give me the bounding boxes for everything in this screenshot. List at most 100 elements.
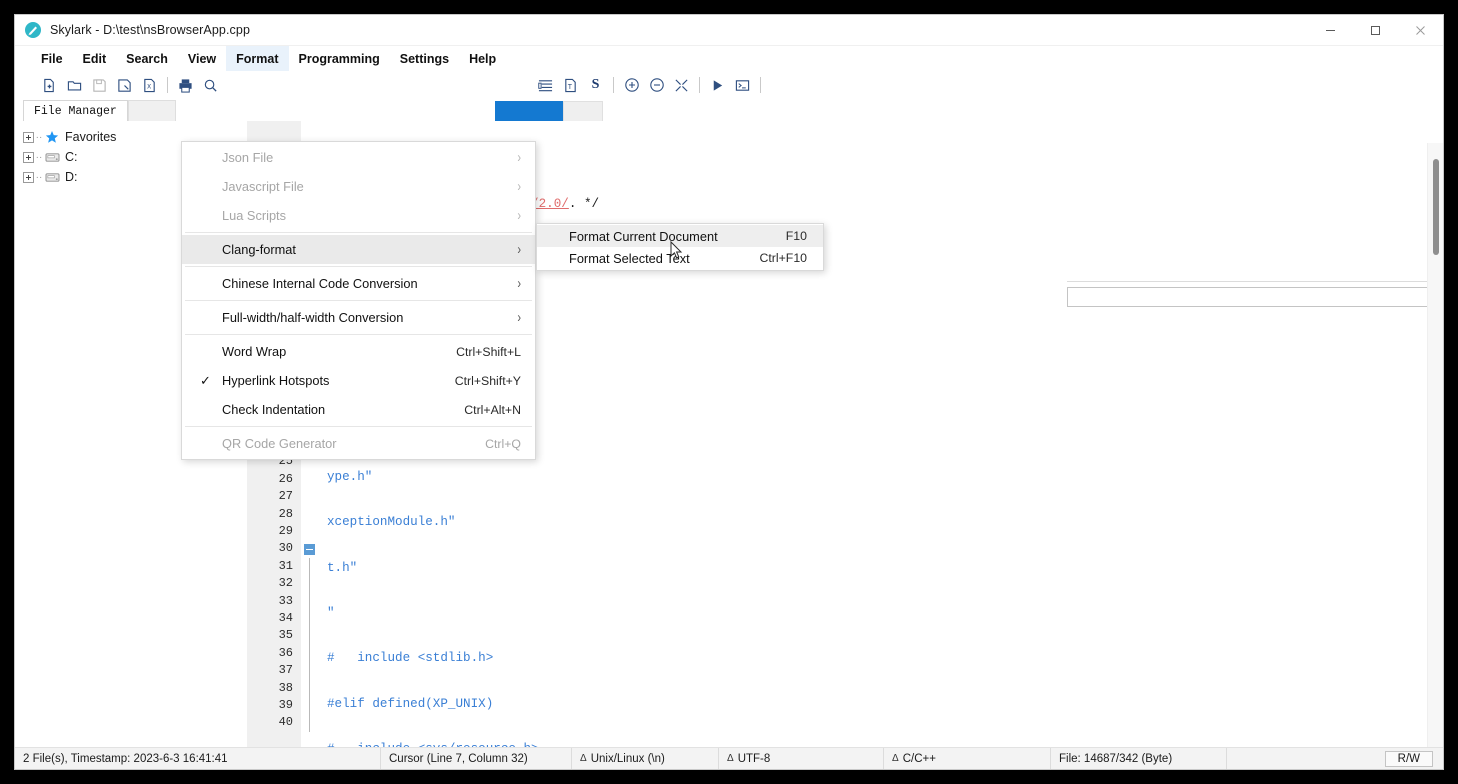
status-language[interactable]: Δ C/C++: [884, 748, 1050, 769]
bold-s-icon[interactable]: S: [583, 73, 608, 97]
menu-item-json-file: Json File ›: [182, 143, 535, 172]
drive-icon: [43, 171, 61, 184]
menu-help[interactable]: Help: [459, 46, 506, 71]
tree-label-drive-c: C:: [65, 150, 78, 164]
close-button[interactable]: [1398, 15, 1443, 46]
print-preview-icon[interactable]: [198, 73, 223, 97]
line-number: 40: [278, 715, 293, 730]
title-bar: Skylark - D:\test\nsBrowserApp.cpp: [15, 15, 1443, 46]
print-icon[interactable]: [173, 73, 198, 97]
application-window: Skylark - D:\test\nsBrowserApp.cpp File …: [14, 14, 1444, 770]
skylark-pen-icon: [24, 21, 42, 39]
status-line-ending[interactable]: Δ Unix/Linux (\n): [572, 748, 718, 769]
editor-vertical-scrollbar[interactable]: [1427, 143, 1443, 747]
submenu-item-format-current-document[interactable]: Format Current Document F10: [537, 225, 823, 247]
fold-line: [309, 679, 310, 697]
menu-search[interactable]: Search: [116, 46, 178, 71]
submenu-item-shortcut: Ctrl+F10: [759, 251, 808, 265]
submenu-item-label: Format Selected Text: [569, 250, 690, 266]
comment-suffix: . */: [568, 197, 600, 212]
fold-collapse-icon[interactable]: [304, 544, 315, 556]
menu-item-label: Word Wrap: [222, 344, 287, 359]
maximize-button[interactable]: [1353, 15, 1398, 46]
menu-format[interactable]: Format: [226, 46, 289, 71]
toolbar-separator-4: [760, 77, 761, 93]
line-number: 33: [278, 593, 293, 608]
toolbar-separator-2: [613, 77, 614, 93]
status-encoding[interactable]: Δ UTF-8: [719, 748, 883, 769]
menu-item-clang-format[interactable]: Clang-format ›: [182, 235, 535, 264]
scrollbar-thumb[interactable]: [1433, 159, 1439, 255]
toolbar: X T S: [15, 71, 1443, 99]
fold-line: [309, 714, 310, 732]
menu-item-qr-code-generator: QR Code Generator Ctrl+Q: [182, 429, 535, 458]
document-tab-active[interactable]: [495, 101, 563, 121]
triangle-icon: Δ: [580, 753, 587, 764]
chevron-right-icon: ›: [517, 149, 521, 166]
fold-line: [309, 662, 310, 680]
zoom-out-icon[interactable]: [644, 73, 669, 97]
line-number: 26: [278, 471, 293, 486]
menu-settings[interactable]: Settings: [390, 46, 459, 71]
status-cursor-position[interactable]: Cursor (Line 7, Column 32): [381, 748, 571, 769]
star-icon: [43, 130, 61, 144]
fold-line: [309, 696, 310, 715]
fold-line: [309, 609, 310, 628]
save-icon[interactable]: [87, 73, 112, 97]
status-file-size: File: 14687/342 (Byte): [1059, 752, 1173, 765]
code-line: xceptionModule.h": [327, 515, 456, 530]
menu-file[interactable]: File: [31, 46, 73, 71]
menu-edit[interactable]: Edit: [73, 46, 117, 71]
inline-search-input[interactable]: [1067, 287, 1443, 307]
zoom-reset-icon[interactable]: [669, 73, 694, 97]
tab-file-manager[interactable]: File Manager: [23, 100, 128, 121]
menu-item-label: Chinese Internal Code Conversion: [222, 276, 418, 291]
menu-item-label: Clang-format: [222, 242, 296, 257]
document-tab-next[interactable]: [563, 101, 603, 121]
expander-plus-icon[interactable]: [23, 151, 34, 163]
expander-plus-icon[interactable]: [23, 171, 34, 183]
fold-line: [309, 557, 310, 576]
expander-plus-icon[interactable]: [23, 131, 34, 143]
line-number: 29: [278, 523, 293, 538]
text-box-icon[interactable]: T: [558, 73, 583, 97]
run-icon[interactable]: [705, 73, 730, 97]
chevron-right-icon: ›: [517, 207, 521, 224]
line-number: 31: [278, 558, 293, 573]
line-number: 27: [278, 489, 293, 504]
status-read-write-mode[interactable]: R/W: [1384, 750, 1433, 767]
menu-item-check-indentation[interactable]: Check Indentation Ctrl+Alt+N: [182, 395, 535, 424]
toolbar-separator-3: [699, 77, 700, 93]
menu-item-chinese-internal-code-conversion[interactable]: Chinese Internal Code Conversion ›: [182, 269, 535, 298]
menu-item-full-width-half-width-conversion[interactable]: Full-width/half-width Conversion ›: [182, 303, 535, 332]
minimize-button[interactable]: [1308, 15, 1353, 46]
toolbar-separator: [167, 77, 168, 93]
document-tab-strip: [247, 99, 1443, 121]
menu-programming[interactable]: Programming: [289, 46, 390, 71]
menu-item-label: Hyperlink Hotspots: [222, 373, 330, 388]
triangle-icon: Δ: [892, 753, 899, 764]
main-body: File Manager ·· Favorites ·· C: ·· D: 25…: [15, 99, 1443, 747]
menu-view[interactable]: View: [178, 46, 226, 71]
triangle-icon: Δ: [727, 753, 734, 764]
drive-icon: [43, 151, 61, 164]
line-number: 36: [278, 645, 293, 660]
line-number: 28: [278, 506, 293, 521]
zoom-in-icon[interactable]: [619, 73, 644, 97]
open-folder-icon[interactable]: [62, 73, 87, 97]
submenu-item-format-selected-text[interactable]: Format Selected Text Ctrl+F10: [537, 247, 823, 269]
new-file-icon[interactable]: [37, 73, 62, 97]
line-number: 34: [278, 610, 293, 625]
menu-item-shortcut: Ctrl+Q: [485, 436, 521, 451]
line-number: 30: [278, 541, 293, 556]
status-file-count: 2 File(s), Timestamp: 2023-6-3 16:41:41: [23, 752, 228, 765]
menu-item-word-wrap[interactable]: Word Wrap Ctrl+Shift+L: [182, 337, 535, 366]
tab-secondary[interactable]: [127, 100, 176, 121]
chevron-right-icon: ›: [517, 309, 521, 326]
indent-icon[interactable]: [533, 73, 558, 97]
export-icon[interactable]: X: [137, 73, 162, 97]
menu-item-hyperlink-hotspots[interactable]: ✓ Hyperlink Hotspots Ctrl+Shift+Y: [182, 366, 535, 395]
tree-label-favorites: Favorites: [65, 130, 117, 144]
terminal-icon[interactable]: [730, 73, 755, 97]
save-as-icon[interactable]: [112, 73, 137, 97]
